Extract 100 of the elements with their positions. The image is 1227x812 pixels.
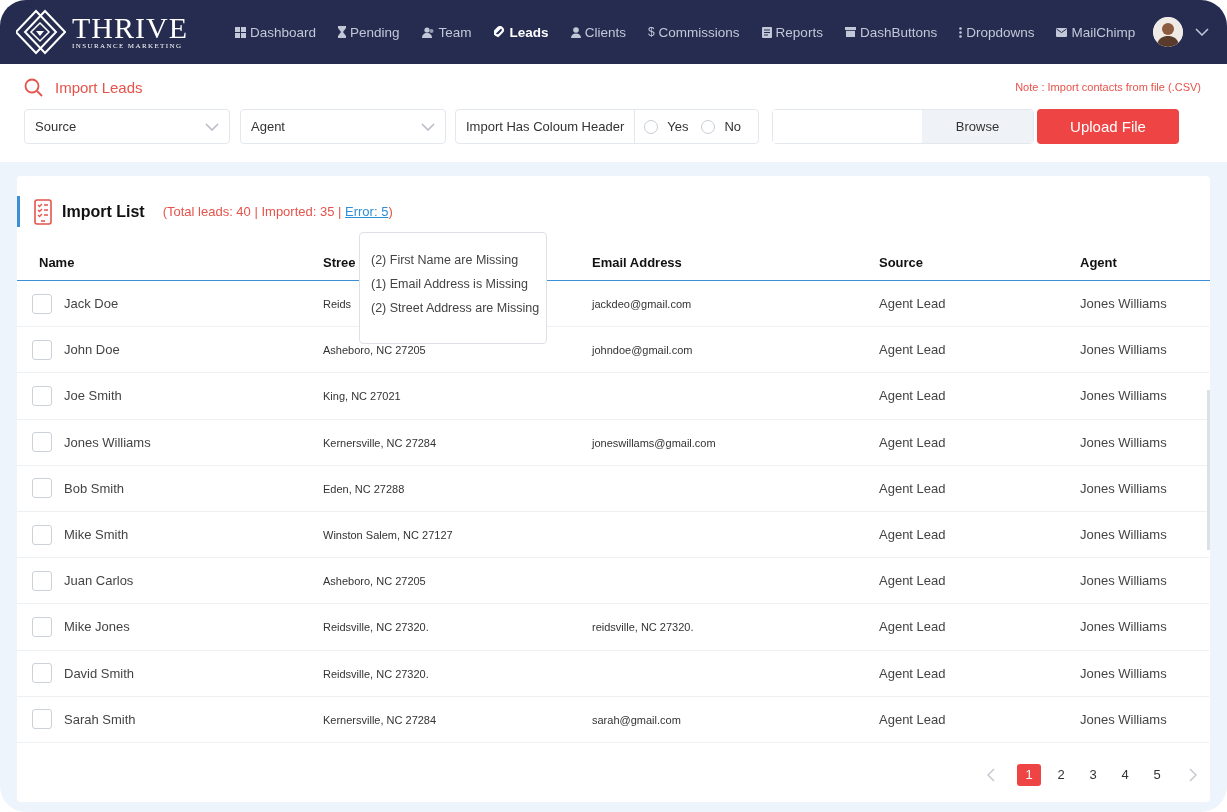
table-cell: reidsville, NC 27320. bbox=[592, 621, 694, 634]
table-cell: Agent Lead bbox=[879, 527, 946, 543]
page-button[interactable]: 4 bbox=[1113, 763, 1137, 786]
table-cell: Bob Smith bbox=[64, 480, 124, 496]
search-icon bbox=[24, 77, 43, 97]
browse-button[interactable]: Browse bbox=[922, 110, 1033, 143]
table-cell: Jones Williams bbox=[1080, 711, 1167, 727]
upload-button[interactable]: Upload File bbox=[1037, 109, 1179, 144]
table-cell: Winston Salem, NC 27127 bbox=[323, 529, 453, 542]
nav-link[interactable]: Dropdowns bbox=[959, 24, 1035, 40]
table-cell: Reids bbox=[323, 298, 352, 311]
column-header: Stree bbox=[323, 254, 356, 270]
page-button[interactable]: 2 bbox=[1049, 763, 1073, 786]
row-checkbox[interactable] bbox=[32, 385, 52, 406]
table-cell: Eden, NC 27288 bbox=[323, 482, 405, 495]
import-summary: (Total leads: 40 | Imported: 35 | Error: 5) bbox=[162, 204, 393, 219]
file-field[interactable]: Browse bbox=[772, 109, 1034, 144]
row-checkbox[interactable] bbox=[32, 293, 52, 314]
chevron-down-icon bbox=[1195, 28, 1209, 36]
table-cell: Agent Lead bbox=[879, 573, 946, 589]
nav-link[interactable]: Team bbox=[421, 24, 472, 40]
table-cell: Kernersville, NC 27284 bbox=[323, 713, 437, 726]
chevron-right-icon[interactable] bbox=[1189, 767, 1197, 782]
table-cell: Jones Williams bbox=[64, 434, 151, 450]
error-message: (2) Street Address are Missing bbox=[371, 301, 541, 315]
table-cell: Agent Lead bbox=[879, 388, 946, 404]
avatar-icon[interactable] bbox=[1153, 17, 1183, 47]
table-cell: Mike Smith bbox=[64, 527, 129, 543]
table-cell: Agent Lead bbox=[879, 342, 946, 358]
table-cell: David Smith bbox=[64, 665, 135, 681]
table-cell: King, NC 27021 bbox=[323, 390, 401, 403]
table-cell: Jones Williams bbox=[1080, 527, 1167, 543]
error-link[interactable]: Error: 5 bbox=[345, 204, 389, 219]
brand-name: THRIVE bbox=[72, 14, 188, 42]
column-header: Agent bbox=[1080, 254, 1117, 270]
page-button[interactable]: 3 bbox=[1081, 763, 1105, 786]
person-icon bbox=[570, 26, 581, 38]
table-cell: Jones Williams bbox=[1080, 388, 1167, 404]
table-cell: Jack Doe bbox=[64, 296, 119, 312]
row-checkbox[interactable] bbox=[32, 432, 52, 453]
row-checkbox[interactable] bbox=[32, 616, 52, 637]
table-cell: Jones Williams bbox=[1080, 480, 1167, 496]
grid-icon bbox=[235, 26, 246, 38]
import-note: Note : Import contacts from file (.CSV) bbox=[1015, 81, 1201, 93]
row-checkbox[interactable] bbox=[32, 339, 52, 360]
table-cell: Juan Carlos bbox=[64, 573, 134, 589]
table-cell: Agent Lead bbox=[879, 619, 946, 635]
error-message: (1) Email Address is Missing bbox=[371, 277, 529, 291]
table-cell: Agent Lead bbox=[879, 711, 946, 727]
table-cell: sarah@gmail.com bbox=[592, 713, 681, 726]
table-cell: Agent Lead bbox=[879, 434, 946, 450]
dollar-icon: $ bbox=[647, 25, 655, 39]
table-cell: Mike Jones bbox=[64, 619, 130, 635]
table-cell: Jones Williams bbox=[1080, 619, 1167, 635]
table-cell: Asheboro, NC 27205 bbox=[323, 344, 426, 357]
source-select[interactable]: Source bbox=[24, 109, 230, 144]
row-checkbox[interactable] bbox=[32, 709, 52, 730]
document-icon bbox=[761, 26, 772, 38]
list-title: Import List bbox=[62, 202, 145, 221]
table-cell: Jones Williams bbox=[1080, 434, 1167, 450]
row-checkbox[interactable] bbox=[32, 524, 52, 545]
agent-select[interactable]: Agent bbox=[240, 109, 446, 144]
hourglass-icon bbox=[338, 26, 347, 38]
table-cell: Jones Williams bbox=[1080, 665, 1167, 681]
chevron-left-icon[interactable] bbox=[987, 767, 995, 782]
section-title: Import Leads bbox=[55, 78, 143, 96]
row-checkbox[interactable] bbox=[32, 663, 52, 684]
table-cell: jackdeo@gmail.com bbox=[592, 298, 692, 311]
tablet-icon bbox=[34, 198, 52, 225]
nav-link[interactable]: MailChimp bbox=[1056, 24, 1136, 40]
box-icon bbox=[844, 27, 856, 37]
table-cell: Reidsville, NC 27320. bbox=[323, 621, 429, 634]
nav-link[interactable]: Leads bbox=[493, 24, 549, 40]
nav-link[interactable]: $ Commissions bbox=[647, 24, 740, 40]
nav-link[interactable]: DashButtons bbox=[844, 24, 938, 40]
column-header: Source bbox=[879, 254, 924, 270]
table-cell: Jones Williams bbox=[1080, 573, 1167, 589]
chevron-down-icon bbox=[205, 122, 219, 131]
page-button[interactable]: 1 bbox=[1017, 763, 1041, 786]
table-cell: Agent Lead bbox=[879, 665, 946, 681]
radio-option[interactable]: No bbox=[701, 119, 742, 134]
radio-option[interactable]: Yes bbox=[644, 119, 689, 134]
nav-link[interactable]: Pending bbox=[338, 24, 400, 40]
page-button[interactable]: 5 bbox=[1145, 763, 1169, 786]
table-cell: Asheboro, NC 27205 bbox=[323, 575, 426, 588]
diamond-logo-icon bbox=[16, 9, 66, 55]
table-cell: Kernersville, NC 27284 bbox=[323, 436, 437, 449]
chevron-down-icon bbox=[421, 122, 435, 131]
table-cell: Jones Williams bbox=[1080, 342, 1167, 358]
nav-link[interactable]: Dashboard bbox=[235, 24, 317, 40]
table-cell: Joe Smith bbox=[64, 388, 122, 404]
header-question: Import Has Coloum Header bbox=[456, 110, 636, 143]
row-checkbox[interactable] bbox=[32, 478, 52, 499]
row-checkbox[interactable] bbox=[32, 570, 52, 591]
nav-link[interactable]: Reports bbox=[761, 24, 823, 40]
table-cell: johndoe@gmail.com bbox=[592, 344, 693, 357]
table-cell: Agent Lead bbox=[879, 296, 946, 312]
nav-link[interactable]: Clients bbox=[570, 24, 626, 40]
table-cell: joneswillams@gmail.com bbox=[592, 436, 716, 449]
people-icon bbox=[421, 26, 435, 38]
